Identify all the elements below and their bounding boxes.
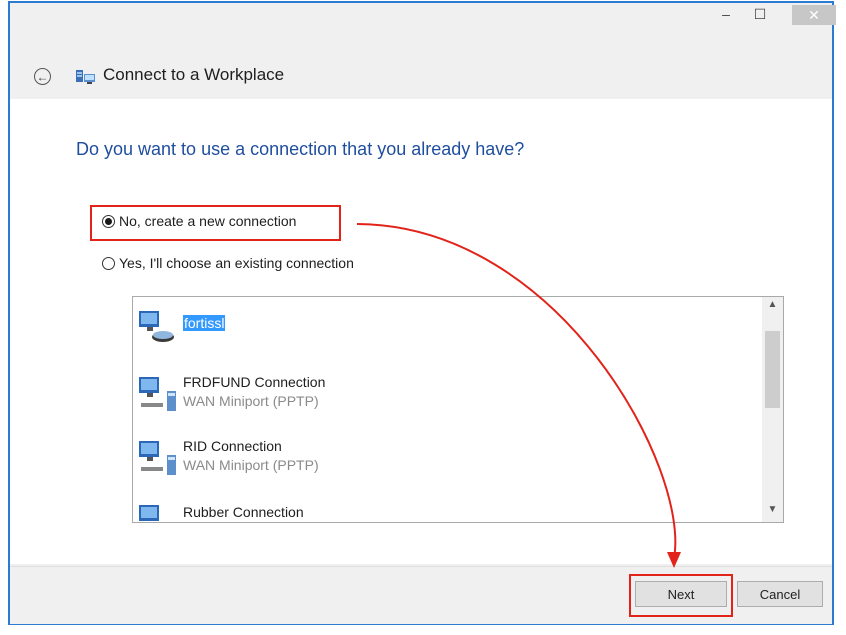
connection-type: WAN Miniport (PPTP) [183, 457, 319, 473]
next-button[interactable]: Next [635, 581, 727, 607]
dialog-window: – ☐ ✕ ← Connect to a Workplace Do you wa… [8, 1, 836, 625]
page-question: Do you want to use a connection that you… [76, 139, 525, 159]
title-bar: – ☐ ✕ [10, 3, 836, 43]
dialup-connection-icon [139, 311, 174, 342]
workplace-network-icon [76, 70, 95, 84]
back-arrow-icon[interactable]: ← [34, 68, 51, 85]
list-item[interactable]: RID Connection WAN Miniport (PPTP) [133, 435, 758, 479]
connection-name: Rubber Connection [183, 504, 304, 520]
scroll-up-icon[interactable]: ▲ [762, 299, 783, 315]
list-item[interactable]: fortissl [133, 307, 758, 347]
vertical-scrollbar[interactable]: ▲ ▼ [762, 297, 783, 522]
dialog-header: ← Connect to a Workplace [10, 43, 832, 97]
vpn-connection-icon [139, 377, 176, 411]
close-button[interactable]: ✕ [792, 5, 836, 25]
radio-existing-connection[interactable]: Yes, I'll choose an existing connection [102, 255, 354, 271]
connection-type: WAN Miniport (PPTP) [183, 393, 319, 409]
scrollbar-thumb[interactable] [765, 331, 780, 408]
vpn-connection-icon [139, 441, 176, 475]
connections-list[interactable]: fortissl FRDFUND Connection WAN Miniport… [132, 296, 784, 523]
vpn-connection-icon [139, 505, 159, 521]
radio-label: Yes, I'll choose an existing connection [119, 255, 354, 271]
list-item[interactable]: FRDFUND Connection WAN Miniport (PPTP) [133, 371, 758, 415]
radio-unselected-icon [102, 256, 115, 270]
dialog-footer: Next Cancel [10, 566, 832, 624]
connection-name: FRDFUND Connection [183, 374, 326, 390]
maximize-button[interactable]: ☐ [748, 3, 772, 25]
dialog-content: Do you want to use a connection that you… [10, 99, 832, 564]
cancel-button[interactable]: Cancel [737, 581, 823, 607]
minimize-button[interactable]: – [714, 3, 738, 25]
list-item[interactable]: Rubber Connection [133, 499, 758, 522]
window-title: Connect to a Workplace [103, 65, 285, 84]
connection-name: RID Connection [183, 438, 282, 454]
highlight-box [90, 205, 341, 241]
connection-name: fortissl [183, 315, 226, 331]
scroll-down-icon[interactable]: ▼ [762, 504, 783, 520]
